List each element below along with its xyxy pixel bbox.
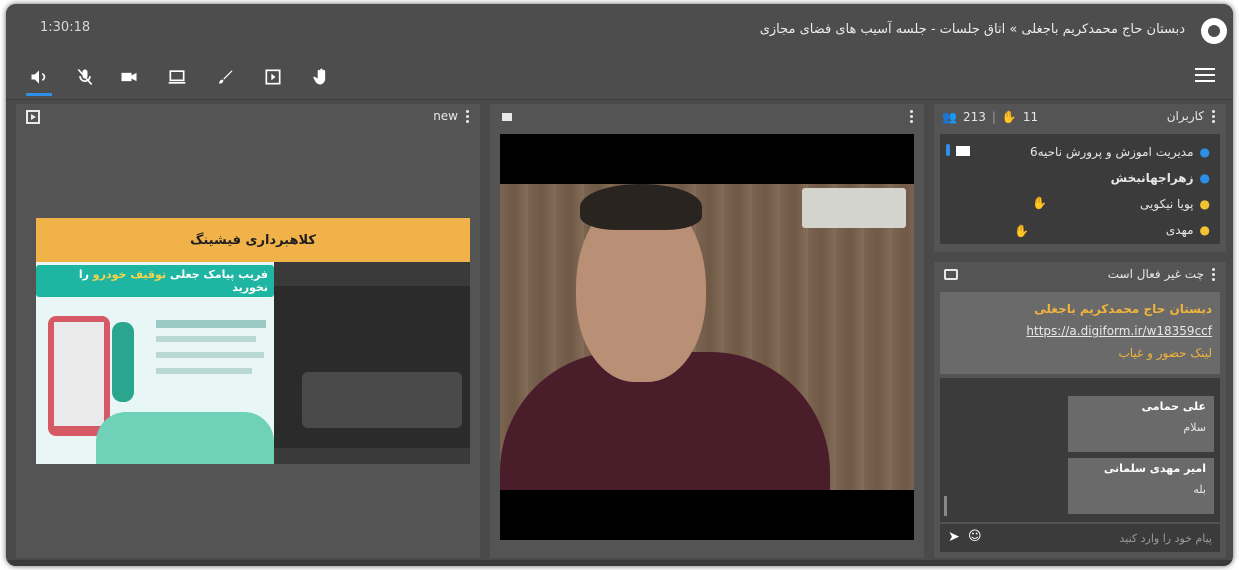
user-item[interactable]: ● زهراجهانبخش: [1111, 168, 1210, 188]
user-counts: 👥 213 | ✋ 11: [942, 110, 1039, 124]
message-sender: علی حمامی: [1141, 400, 1206, 413]
camera-icon: [956, 146, 970, 156]
message-sender: امیر مهدی سلمانی: [1103, 462, 1206, 475]
users-header: 👥 213 | ✋ 11 کاربران: [934, 104, 1226, 130]
emoji-icon[interactable]: ☺: [968, 529, 982, 544]
user-icon: ●: [1199, 197, 1210, 211]
chat-message: علی حمامی سلام: [1068, 396, 1214, 452]
notice-suffix: لینک حضور و غیاب: [1118, 346, 1212, 360]
webcam-image: [500, 184, 914, 490]
user-name: پویا نیکویی: [1140, 197, 1194, 211]
users-title: کاربران: [1166, 109, 1204, 123]
speaker-icon[interactable]: [26, 64, 52, 90]
chat-message-input[interactable]: [1012, 528, 1212, 548]
chat-messages: علی حمامی سلام امیر مهدی سلمانی بله: [940, 378, 1220, 522]
video-camera-icon: [502, 113, 512, 121]
user-item[interactable]: ● مدیریت اموزش و پرورش ناحیه6: [1030, 142, 1210, 162]
slide-headline: فریب پیامک جعلی توقیف خودرو را نخورید: [36, 265, 274, 297]
presentation-slide: کلاهبرداری فیشینگ فریب پیامک جعلی توقیف …: [36, 218, 470, 464]
user-item[interactable]: ● مهدی: [1166, 220, 1210, 240]
camera-icon[interactable]: [116, 64, 142, 90]
presentation-icon: [26, 110, 40, 124]
user-name: مدیریت اموزش و پرورش ناحیه6: [1029, 145, 1194, 159]
chat-message: امیر مهدی سلمانی بله: [1068, 458, 1214, 514]
active-indicator: [26, 93, 52, 96]
brush-icon[interactable]: [212, 64, 238, 90]
slide-headline-highlight: توقیف خودرو: [92, 268, 167, 281]
chat-header: چت غیر فعال است: [934, 262, 1226, 288]
bottom-strip: [6, 560, 1233, 566]
screen-share-icon[interactable]: [164, 64, 190, 90]
kebab-menu-icon[interactable]: [1212, 268, 1216, 282]
raised-hand-icon: ✋: [1032, 196, 1047, 210]
timestamp: 1:30:18: [40, 20, 91, 35]
raise-hand-icon[interactable]: [308, 64, 334, 90]
video-header: [490, 104, 924, 130]
user-name: مهدی: [1165, 223, 1194, 237]
kebab-menu-icon[interactable]: [1212, 110, 1216, 124]
slide-headline-part1: فریب پیامک جعلی: [169, 268, 268, 281]
mic-muted-icon[interactable]: [72, 64, 98, 90]
title-bar: 1:30:18 دبستان حاج محمدکریم باجغلی » اتا…: [6, 4, 1233, 56]
presentation-panel: new کلاهبرداری فیشینگ فریب پیامک جعلی تو…: [16, 104, 480, 558]
send-icon[interactable]: ➤: [948, 529, 960, 545]
chat-input-bar: ☺ ➤: [940, 524, 1220, 552]
app-logo: [1201, 18, 1227, 44]
raised-hand-icon: ✋: [1014, 224, 1029, 238]
presentation-label: new: [433, 109, 458, 123]
kebab-menu-icon[interactable]: [910, 110, 914, 124]
notice-school-name: دبستان حاج محمدکریم باجغلی: [1034, 302, 1212, 316]
users-total-count: 213: [962, 110, 986, 124]
user-icon: ●: [1199, 145, 1210, 159]
users-count-icon: 👥: [942, 110, 957, 124]
raised-hands-icon: ✋: [1001, 110, 1017, 124]
users-panel: 👥 213 | ✋ 11 کاربران ● مدیریت اموزش و پر…: [934, 104, 1226, 252]
notice-link[interactable]: https://a.digiform.ir/w18359ccf: [1026, 324, 1212, 338]
users-list: ● مدیریت اموزش و پرورش ناحیه6 ● زهراجهان…: [940, 134, 1220, 244]
user-icon: ●: [1199, 171, 1210, 185]
chat-icon: [944, 269, 958, 280]
video-panel: [490, 104, 924, 558]
page-title: دبستان حاج محمدکریم باجغلی » اتاق جلسات …: [759, 22, 1185, 37]
presenter-hair: [580, 184, 702, 230]
app-window: 1:30:18 دبستان حاج محمدکریم باجغلی » اتا…: [6, 4, 1233, 566]
webcam-feed: [500, 134, 914, 540]
user-icon: ●: [1199, 223, 1210, 237]
mic-icon: [946, 144, 950, 156]
chat-pinned-notice: دبستان حاج محمدکریم باجغلی https://a.dig…: [940, 292, 1220, 374]
chat-scrollbar[interactable]: [944, 496, 947, 516]
chat-panel: چت غیر فعال است دبستان حاج محمدکریم باجغ…: [934, 262, 1226, 558]
toolbar: [6, 56, 1233, 100]
menu-icon[interactable]: [1195, 68, 1215, 86]
user-name: زهراجهانبخش: [1110, 171, 1194, 185]
raised-hands-count: 11: [1022, 110, 1039, 124]
slide-phone-screenshot: [274, 262, 470, 464]
presentation-header: new: [16, 104, 480, 130]
user-item[interactable]: ● پویا نیکویی: [1140, 194, 1210, 214]
slide-banner: کلاهبرداری فیشینگ: [36, 218, 470, 262]
presentation-icon[interactable]: [260, 64, 286, 90]
message-text: بله: [1193, 483, 1206, 496]
message-text: سلام: [1183, 421, 1206, 434]
chat-status-title: چت غیر فعال است: [1107, 267, 1204, 281]
kebab-menu-icon[interactable]: [466, 110, 470, 124]
air-conditioner: [802, 188, 906, 228]
